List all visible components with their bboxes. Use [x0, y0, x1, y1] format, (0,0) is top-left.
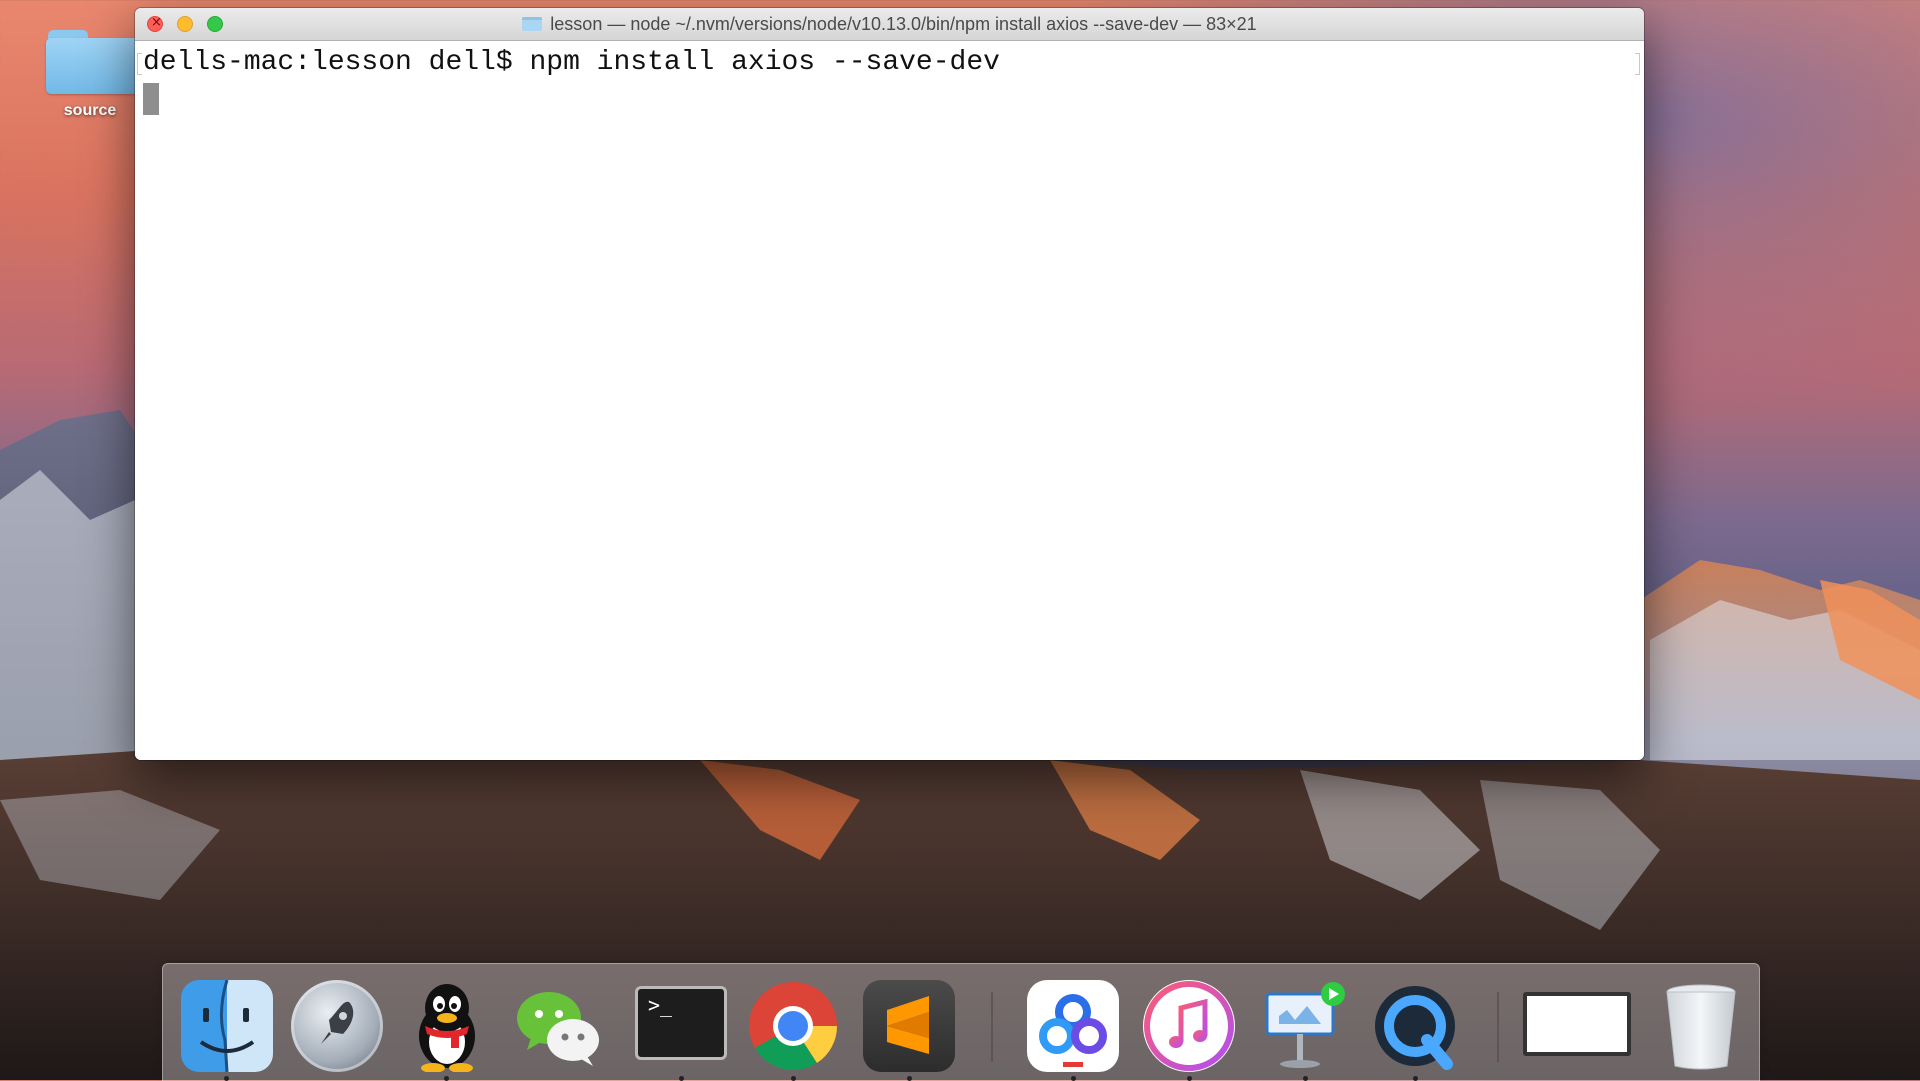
text-cursor [143, 83, 159, 115]
window-titlebar[interactable]: × lesson — node ~/.nvm/versions/node/v10… [135, 8, 1644, 41]
folder-icon [522, 17, 543, 31]
desktop-folder-source[interactable]: source [40, 26, 140, 120]
running-indicator [1413, 1076, 1418, 1081]
running-indicator [444, 1076, 449, 1081]
dock-separator [991, 992, 993, 1062]
folder-icon [42, 26, 138, 96]
baidu-netdisk-icon[interactable] [1027, 980, 1119, 1072]
chrome-icon[interactable] [747, 980, 839, 1072]
running-indicator [1187, 1076, 1192, 1081]
running-indicator [679, 1076, 684, 1081]
window-title: lesson — node ~/.nvm/versions/node/v10.1… [550, 13, 1257, 34]
terminal-line: dells-mac:lesson dell$ npm install axios… [143, 47, 1000, 78]
trash-icon[interactable] [1655, 980, 1747, 1072]
running-indicator [224, 1076, 229, 1081]
scroll-marker-right [1635, 53, 1640, 75]
keynote-icon[interactable] [1259, 980, 1351, 1072]
running-indicator [907, 1076, 912, 1081]
dock: >_ [162, 963, 1760, 1081]
minimized-window-icon[interactable] [1523, 992, 1631, 1056]
running-indicator [1303, 1076, 1308, 1081]
terminal-output[interactable]: dells-mac:lesson dell$ npm install axios… [135, 41, 1644, 760]
qq-icon[interactable] [401, 980, 493, 1072]
finder-icon[interactable] [181, 980, 273, 1072]
scroll-marker-left [137, 53, 142, 75]
sublime-icon[interactable] [863, 980, 955, 1072]
dock-separator [1497, 992, 1499, 1062]
running-indicator [791, 1076, 796, 1081]
terminal-icon[interactable]: >_ [635, 986, 727, 1060]
terminal-window[interactable]: × lesson — node ~/.nvm/versions/node/v10… [135, 8, 1644, 760]
wechat-icon[interactable] [511, 980, 603, 1072]
quicktime-icon[interactable] [1369, 980, 1461, 1072]
running-indicator [1071, 1076, 1076, 1081]
launchpad-icon[interactable] [291, 980, 383, 1072]
itunes-icon[interactable] [1143, 980, 1235, 1072]
desktop-folder-label: source [63, 102, 117, 119]
